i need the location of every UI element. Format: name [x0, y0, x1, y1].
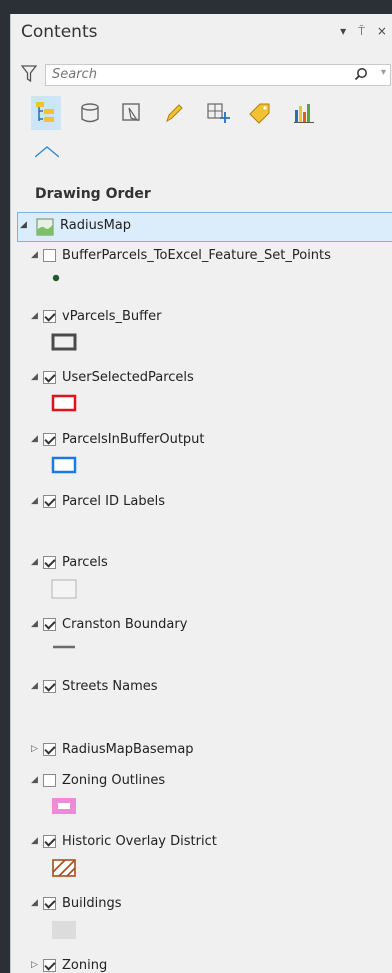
layer-visibility-checkbox[interactable] [43, 617, 56, 631]
layer-name: Parcel ID Labels [62, 493, 165, 509]
layer-item[interactable]: ◢ Zoning Outlines [31, 769, 165, 791]
map-expand-arrow-icon[interactable]: ◢ [20, 220, 27, 230]
pencil-icon [166, 104, 183, 123]
layer-name: Streets Names [62, 678, 158, 694]
layer-visibility-checkbox[interactable] [43, 494, 56, 508]
layer-item[interactable]: ▷ RadiusMapBasemap [31, 738, 194, 760]
collapse-arrow-icon[interactable]: ◢ [31, 775, 43, 785]
map-icon [36, 218, 54, 236]
layer-visibility-checkbox[interactable] [43, 896, 56, 910]
layer-visibility-checkbox[interactable] [43, 370, 56, 384]
layer-symbol-rect-hatched-brown-icon[interactable] [51, 858, 77, 882]
layer-item[interactable]: ◢ Parcels [31, 551, 108, 573]
active-view-indicator [35, 146, 59, 158]
layer-symbol-rect-gray-fill-icon[interactable] [51, 920, 77, 944]
layer-symbol-rect-pink-icon[interactable] [51, 797, 77, 819]
layer-name: UserSelectedParcels [62, 369, 194, 385]
layer-name: Historic Overlay District [62, 833, 217, 849]
layer-symbol-rect-dark-gray-outline-icon[interactable] [51, 333, 77, 355]
layer-visibility-checkbox[interactable] [43, 773, 56, 787]
layer-visibility-checkbox[interactable] [43, 834, 56, 848]
map-item-radiusmap[interactable]: ◢ RadiusMap [17, 212, 392, 242]
collapse-arrow-icon[interactable]: ◢ [31, 372, 43, 382]
layer-symbol-point-dark-green-icon[interactable] [51, 272, 61, 287]
layer-item[interactable]: ◢ vParcels_Buffer [31, 305, 161, 327]
layer-symbol-rect-blue-outline-icon[interactable] [51, 456, 77, 478]
layer-name: Zoning [62, 957, 108, 973]
snapping-icon [207, 103, 230, 123]
list-by-snapping-button[interactable] [203, 96, 233, 130]
contents-pane: Contents ▾ ⍑ × ▾ [10, 14, 392, 973]
collapse-arrow-icon[interactable]: ◢ [31, 898, 43, 908]
layer-visibility-checkbox[interactable] [43, 742, 56, 756]
search-box[interactable]: ▾ [45, 64, 391, 86]
layer-name: RadiusMapBasemap [62, 741, 194, 757]
layer-name: Parcels [62, 554, 108, 570]
list-by-labeling-button[interactable] [245, 96, 275, 130]
layer-name: BufferParcels_ToExcel_Feature_Set_Points [62, 247, 331, 263]
collapse-arrow-icon[interactable]: ◢ [31, 557, 43, 567]
expand-arrow-icon[interactable]: ▷ [31, 960, 43, 970]
layer-item[interactable]: ◢ Buildings [31, 892, 122, 914]
section-title: Drawing Order [35, 186, 151, 202]
layer-symbol-line-gray-icon[interactable] [51, 641, 77, 656]
collapse-arrow-icon[interactable]: ◢ [31, 836, 43, 846]
layer-name: Zoning Outlines [62, 772, 166, 788]
list-by-selection-button[interactable] [117, 96, 147, 130]
layer-item[interactable]: ◢ Cranston Boundary [31, 613, 187, 635]
search-options-icon[interactable]: ▾ [381, 67, 386, 78]
layer-item[interactable]: ◢ Parcel ID Labels [31, 490, 165, 512]
layer-symbol-rect-light-gray-icon[interactable] [51, 579, 77, 603]
selection-icon [122, 103, 140, 122]
filter-icon[interactable] [21, 65, 37, 83]
layer-item[interactable]: ◢ Historic Overlay District [31, 830, 217, 852]
layer-item[interactable]: ◢ UserSelectedParcels [31, 366, 194, 388]
collapse-arrow-icon[interactable]: ◢ [31, 619, 43, 629]
drawing-order-icon [36, 102, 54, 122]
layer-item[interactable]: ◢ BufferParcels_ToExcel_Feature_Set_Point… [31, 244, 331, 266]
expand-arrow-icon[interactable]: ▷ [31, 744, 43, 754]
layer-symbol-rect-red-outline-icon[interactable] [51, 394, 77, 416]
layer-item[interactable]: ◢ Streets Names [31, 675, 158, 697]
layer-name: ParcelsInBufferOutput [62, 431, 205, 447]
collapse-arrow-icon[interactable]: ◢ [31, 311, 43, 321]
layer-name: vParcels_Buffer [62, 308, 162, 324]
list-by-source-button[interactable] [75, 96, 105, 130]
list-by-editing-button[interactable] [159, 96, 189, 130]
list-by-charts-button[interactable] [289, 96, 319, 130]
search-input[interactable] [46, 65, 338, 84]
collapse-arrow-icon[interactable]: ◢ [31, 250, 43, 260]
search-icon[interactable] [354, 67, 368, 81]
layer-visibility-checkbox[interactable] [43, 958, 56, 972]
collapse-arrow-icon[interactable]: ◢ [31, 681, 43, 691]
pane-window-controls[interactable]: ▾ ⍑ × [340, 24, 391, 39]
label-tag-icon [249, 103, 270, 124]
layer-visibility-checkbox[interactable] [43, 679, 56, 693]
collapse-arrow-icon[interactable]: ◢ [31, 496, 43, 506]
filter-row: ▾ [11, 62, 392, 88]
layer-visibility-checkbox[interactable] [43, 432, 56, 446]
database-icon [81, 103, 99, 123]
layer-visibility-checkbox[interactable] [43, 309, 56, 323]
layer-item[interactable]: ◢ ParcelsInBufferOutput [31, 428, 205, 450]
bar-chart-icon [294, 104, 314, 123]
layer-name: Buildings [62, 895, 122, 911]
list-by-drawing-order-button[interactable] [31, 96, 61, 130]
view-toolbar [31, 96, 392, 136]
collapse-arrow-icon[interactable]: ◢ [31, 434, 43, 444]
pane-titlebar: Contents ▾ ⍑ × [11, 14, 392, 50]
layer-visibility-checkbox[interactable] [43, 555, 56, 569]
layer-item[interactable]: ▷ Zoning [31, 954, 107, 973]
pane-title: Contents [21, 22, 98, 42]
map-name: RadiusMap [60, 218, 132, 233]
layer-name: Cranston Boundary [62, 616, 188, 632]
layer-visibility-checkbox[interactable] [43, 248, 56, 262]
